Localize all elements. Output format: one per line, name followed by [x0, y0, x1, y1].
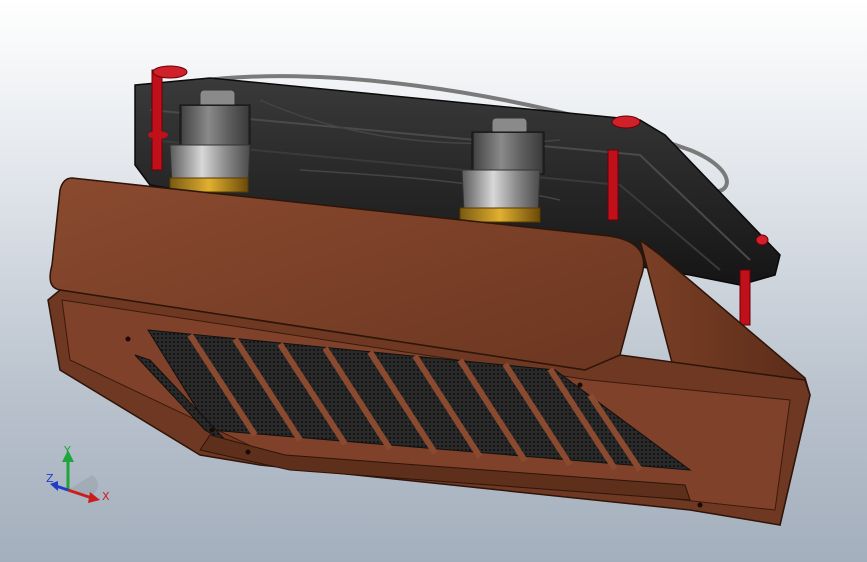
z-axis-label: Z — [46, 472, 54, 485]
orientation-triad[interactable]: Y X Z — [40, 440, 120, 510]
screw-mid-right — [607, 149, 619, 221]
screw-front-right — [739, 269, 751, 326]
fitting-left[interactable] — [169, 89, 251, 193]
radiator-assembly-model[interactable] — [0, 0, 867, 562]
x-axis-label: X — [102, 490, 110, 503]
y-axis-label: Y — [63, 444, 71, 457]
screw-back-left — [151, 69, 163, 171]
fitting-right[interactable] — [459, 117, 545, 223]
cad-viewport[interactable]: Y X Z — [0, 0, 867, 562]
